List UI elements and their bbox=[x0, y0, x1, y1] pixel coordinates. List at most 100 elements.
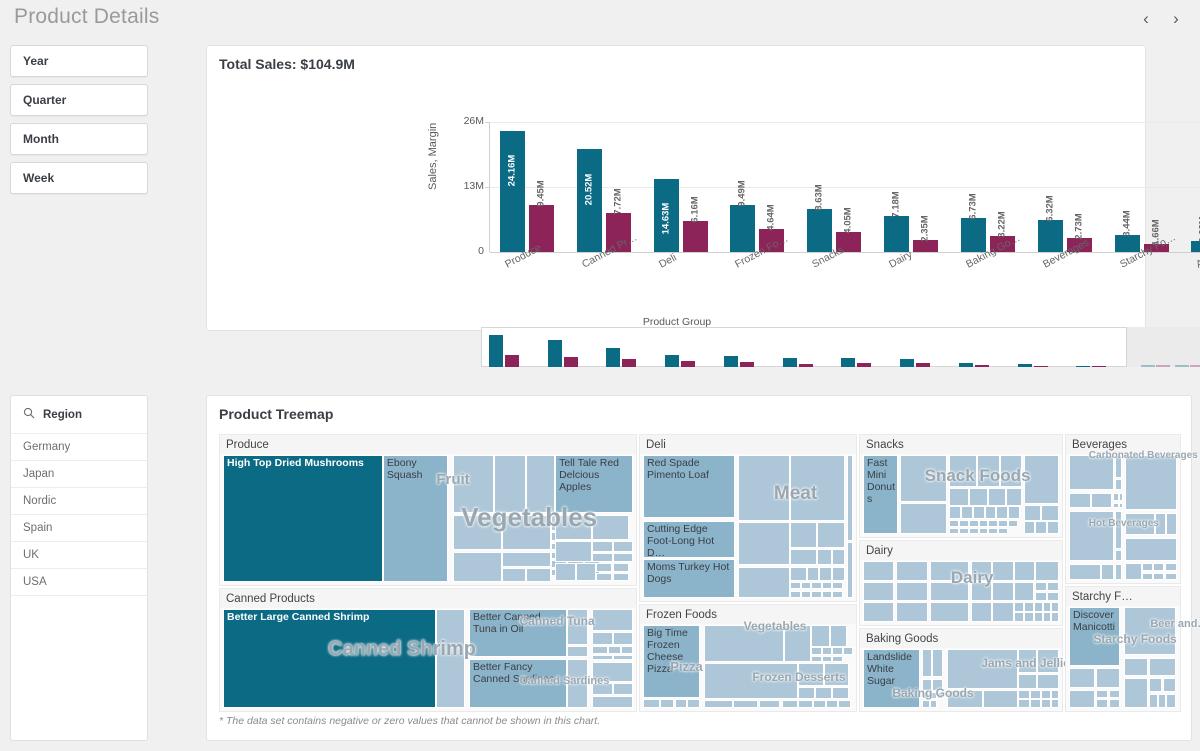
treemap-cell[interactable] bbox=[832, 582, 843, 590]
treemap-cell[interactable] bbox=[790, 566, 807, 581]
treemap-cell[interactable] bbox=[1124, 607, 1176, 656]
treemap-cell[interactable] bbox=[596, 562, 613, 572]
treemap-cell[interactable] bbox=[737, 566, 790, 598]
treemap-cell[interactable] bbox=[998, 519, 1009, 527]
treemap-cell[interactable] bbox=[982, 690, 1018, 708]
treemap-group-header[interactable]: Dairy bbox=[860, 541, 1062, 560]
treemap-cell[interactable] bbox=[970, 602, 993, 622]
treemap-cell[interactable] bbox=[1125, 512, 1156, 535]
treemap-cell[interactable] bbox=[592, 609, 633, 631]
treemap-cell[interactable] bbox=[1017, 690, 1030, 699]
treemap-group[interactable]: Produce High Top Dried Mushrooms Ebony Squ… bbox=[219, 434, 637, 586]
treemap-group-header[interactable]: Starchy F… bbox=[1066, 587, 1180, 606]
treemap-cell[interactable] bbox=[1047, 591, 1059, 602]
search-icon[interactable] bbox=[23, 406, 35, 424]
treemap-cell[interactable] bbox=[863, 581, 895, 602]
treemap-cell[interactable] bbox=[1153, 562, 1165, 572]
treemap-cell[interactable] bbox=[842, 647, 853, 655]
bar-group[interactable]: 6.73M 3.22M bbox=[960, 122, 1015, 252]
treemap-cell[interactable] bbox=[1013, 612, 1024, 622]
treemap-cell[interactable] bbox=[988, 488, 1007, 506]
treemap-cell[interactable] bbox=[567, 658, 588, 708]
treemap-cell[interactable] bbox=[452, 514, 502, 551]
treemap-cell[interactable] bbox=[806, 566, 820, 581]
treemap-cell[interactable] bbox=[1017, 649, 1038, 673]
treemap-cell[interactable] bbox=[592, 654, 613, 661]
treemap-cell[interactable] bbox=[1124, 657, 1148, 676]
treemap-group-header[interactable]: Snacks bbox=[860, 435, 1062, 454]
treemap-cell[interactable] bbox=[1035, 521, 1048, 534]
treemap-cell[interactable] bbox=[612, 631, 633, 645]
treemap-cell[interactable] bbox=[1148, 693, 1158, 708]
treemap-cell[interactable] bbox=[900, 503, 948, 534]
filter-button-month[interactable]: Month bbox=[10, 123, 148, 155]
filter-button-quarter[interactable]: Quarter bbox=[10, 84, 148, 116]
treemap-cell[interactable] bbox=[896, 561, 928, 581]
treemap-cell[interactable] bbox=[821, 655, 832, 662]
treemap-cell[interactable] bbox=[929, 581, 969, 602]
treemap-cell[interactable] bbox=[643, 698, 660, 708]
treemap-cell[interactable] bbox=[821, 582, 832, 590]
treemap-cell[interactable]: Better Fancy Canned Sardines bbox=[469, 658, 568, 708]
treemap-cell[interactable] bbox=[1125, 455, 1177, 510]
treemap-cell[interactable] bbox=[1096, 689, 1108, 698]
x-axis-category-label[interactable]: Deli bbox=[657, 252, 679, 271]
treemap-cell[interactable] bbox=[781, 699, 799, 708]
bar-sales[interactable] bbox=[730, 204, 756, 252]
treemap-cell[interactable] bbox=[992, 581, 1014, 602]
treemap-group-header[interactable]: Deli bbox=[640, 435, 856, 454]
bar-group[interactable]: 8.63M 4.05M bbox=[807, 122, 862, 252]
treemap-cell[interactable] bbox=[526, 455, 556, 514]
treemap-cell[interactable] bbox=[821, 647, 832, 655]
treemap-cell[interactable] bbox=[949, 527, 960, 534]
treemap-cell[interactable] bbox=[592, 514, 629, 541]
treemap-cell[interactable] bbox=[737, 455, 790, 521]
treemap-cell[interactable] bbox=[612, 552, 633, 562]
treemap-cell[interactable] bbox=[929, 692, 938, 700]
treemap-cell[interactable] bbox=[947, 649, 1018, 690]
treemap-cell[interactable] bbox=[970, 561, 993, 581]
treemap-cell[interactable] bbox=[1090, 492, 1113, 508]
treemap-cell[interactable] bbox=[1008, 506, 1020, 519]
treemap-cell[interactable] bbox=[436, 609, 465, 708]
region-header[interactable]: Region bbox=[11, 396, 147, 434]
treemap-cell[interactable]: Better Canned Tuna in Oil bbox=[469, 609, 568, 657]
treemap-cell[interactable] bbox=[815, 687, 832, 699]
treemap-cell[interactable] bbox=[1115, 455, 1122, 478]
treemap-cell[interactable] bbox=[790, 455, 845, 521]
treemap-cell[interactable] bbox=[612, 683, 633, 696]
treemap-cell[interactable] bbox=[592, 631, 613, 645]
treemap-cell[interactable] bbox=[921, 699, 930, 708]
treemap-cell[interactable] bbox=[1023, 504, 1042, 521]
bar-group[interactable]: 6.32M 2.73M bbox=[1037, 122, 1092, 252]
treemap-cell[interactable] bbox=[1041, 690, 1052, 699]
bar-chart[interactable]: Sales, Margin 0 13M 26M 24.16M 9.45M Produce… bbox=[207, 80, 1200, 367]
treemap-cell[interactable] bbox=[1033, 612, 1044, 622]
treemap-cell[interactable] bbox=[790, 582, 801, 590]
treemap-cell[interactable] bbox=[592, 645, 609, 654]
treemap-cell[interactable] bbox=[501, 514, 551, 551]
treemap-cell[interactable] bbox=[1017, 699, 1030, 708]
treemap-cell[interactable] bbox=[501, 551, 551, 567]
treemap-cell[interactable] bbox=[1035, 561, 1059, 581]
treemap-cell[interactable] bbox=[1148, 657, 1176, 676]
treemap-cell[interactable] bbox=[526, 568, 551, 582]
treemap-cell[interactable] bbox=[1017, 673, 1038, 690]
treemap-cell[interactable] bbox=[1148, 677, 1162, 692]
treemap-group[interactable]: Frozen Foods Big Time Frozen Cheese Pizza… bbox=[639, 604, 857, 712]
treemap-cell[interactable] bbox=[846, 455, 853, 541]
region-list-item[interactable]: Japan bbox=[11, 461, 147, 488]
treemap-cell[interactable] bbox=[555, 562, 576, 581]
treemap-cell[interactable] bbox=[1124, 677, 1148, 708]
bar-group[interactable]: 3.44M 1.66M bbox=[1114, 122, 1169, 252]
treemap-cell[interactable] bbox=[832, 566, 845, 581]
bar-sales[interactable] bbox=[1037, 220, 1063, 252]
treemap-cell[interactable] bbox=[1043, 602, 1052, 612]
treemap-cell[interactable]: Fast Mini Donuts bbox=[863, 455, 899, 534]
treemap-cell[interactable] bbox=[811, 590, 822, 598]
treemap-cell[interactable] bbox=[798, 663, 824, 687]
treemap-group-header[interactable]: Beverages bbox=[1066, 435, 1180, 454]
treemap-cell[interactable] bbox=[596, 573, 613, 581]
treemap-cell[interactable] bbox=[1051, 612, 1059, 622]
treemap-cell[interactable] bbox=[863, 602, 895, 622]
